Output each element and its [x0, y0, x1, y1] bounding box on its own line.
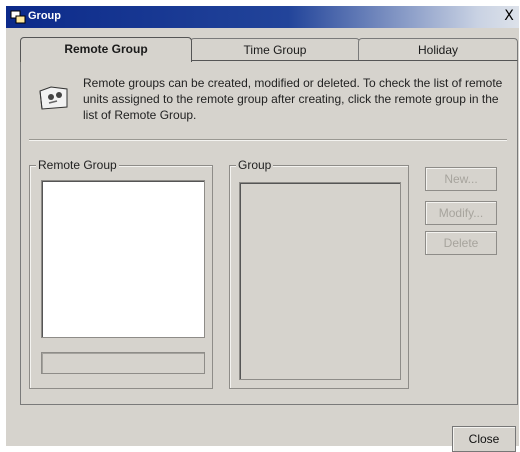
- remote-group-box: Remote Group: [29, 158, 213, 389]
- tab-holiday[interactable]: Holiday: [358, 38, 518, 61]
- group-box: Group: [229, 158, 409, 389]
- window-title: Group: [28, 10, 61, 22]
- tab-panel: Remote groups can be created, modified o…: [20, 60, 518, 405]
- tab-remote-group[interactable]: Remote Group: [20, 37, 192, 62]
- close-icon[interactable]: X: [501, 8, 517, 24]
- remote-group-label: Remote Group: [36, 158, 119, 172]
- group-window: Group X Remote Group Time Group Holiday …: [6, 6, 519, 452]
- info-folder-icon: [39, 86, 68, 110]
- group-list[interactable]: [239, 182, 401, 380]
- title-bar[interactable]: Group X: [6, 6, 519, 28]
- group-label: Group: [236, 158, 274, 172]
- tab-label: Remote Group: [64, 42, 148, 56]
- remote-group-list[interactable]: [41, 180, 205, 338]
- separator: [29, 139, 507, 141]
- modify-button[interactable]: Modify...: [425, 201, 497, 225]
- delete-button[interactable]: Delete: [425, 231, 497, 255]
- tab-time-group[interactable]: Time Group: [190, 38, 360, 61]
- description-text: Remote groups can be created, modified o…: [83, 76, 503, 122]
- app-icon: [10, 10, 26, 24]
- tab-label: Holiday: [417, 43, 459, 57]
- close-button[interactable]: Close: [452, 426, 516, 452]
- tab-label: Time Group: [243, 43, 307, 57]
- new-button[interactable]: New...: [425, 167, 497, 191]
- remote-group-name-field[interactable]: [41, 352, 205, 374]
